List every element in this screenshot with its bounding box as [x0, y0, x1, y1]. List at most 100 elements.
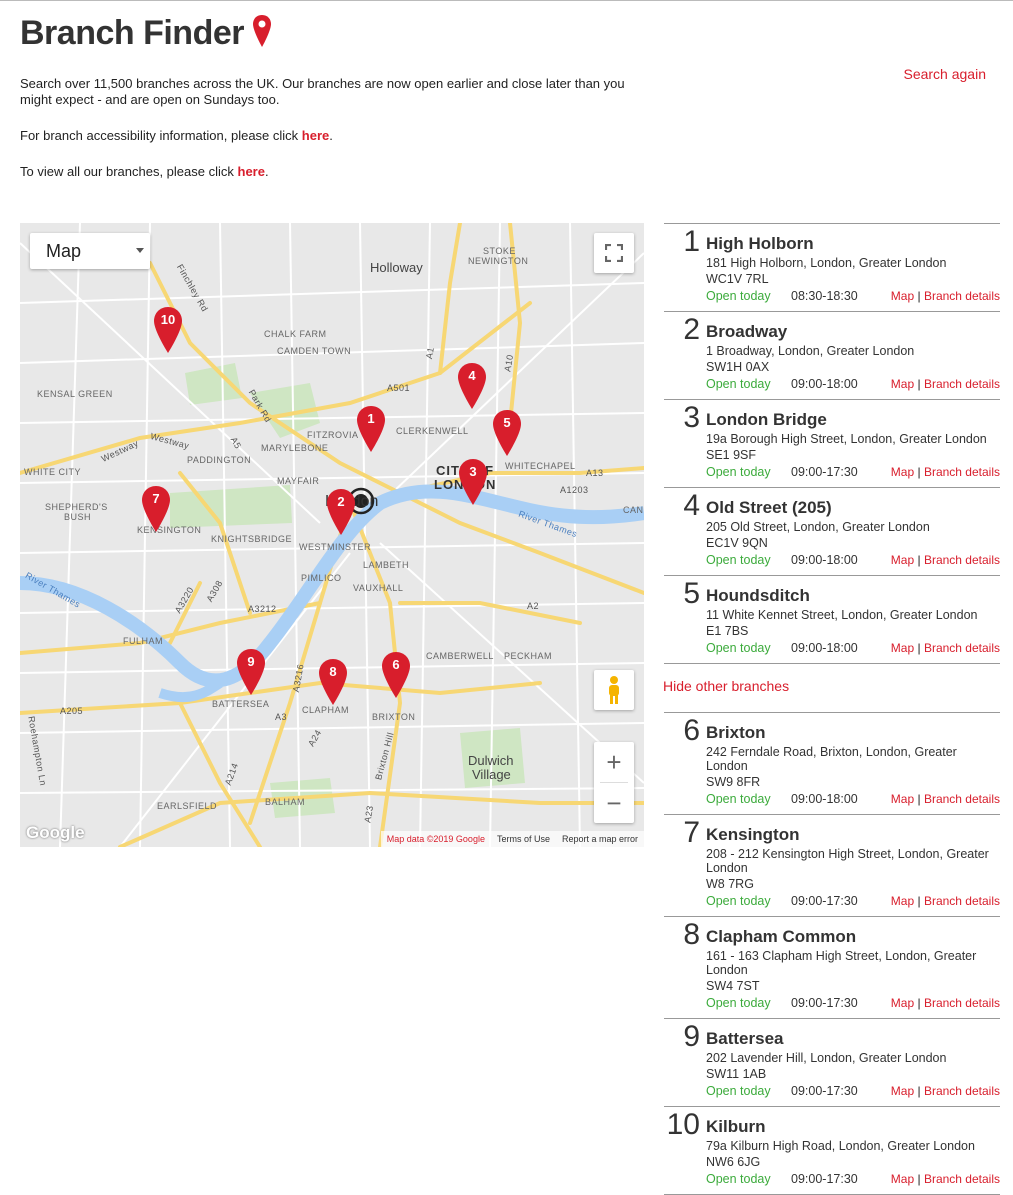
zoom-out-button[interactable]: − [594, 783, 634, 823]
map-label-shepherds: SHEPHERD'S [45, 502, 108, 512]
map-marker-3[interactable]: 3 [458, 458, 488, 506]
branch-name: Battersea [706, 1029, 784, 1048]
map-marker-6[interactable]: 6 [381, 651, 411, 699]
map-type-value: Map [46, 240, 82, 261]
map-label-can: CAN [623, 505, 644, 515]
branch-details-link[interactable]: Branch details [924, 377, 1000, 391]
map-label-white-city: WHITE CITY [24, 467, 81, 477]
map-marker-7[interactable]: 7 [141, 485, 171, 533]
branch-item: 4 Old Street (205) 205 Old Street, Londo… [664, 487, 1000, 575]
marker-label: 5 [503, 415, 511, 430]
branch-address: 205 Old Street, London, Greater London [706, 520, 930, 534]
map-marker-8[interactable]: 8 [318, 658, 348, 706]
map-marker-1[interactable]: 1 [356, 405, 386, 453]
marker-label: 8 [329, 664, 337, 679]
branch-postcode: SW11 1AB [706, 1067, 767, 1081]
branch-item: 5 Houndsditch 11 White Kennet Street, Lo… [664, 575, 1000, 663]
branch-postcode: EC1V 9QN [706, 536, 768, 550]
map-label-newington: NEWINGTON [468, 256, 529, 266]
branch-details-link[interactable]: Branch details [924, 792, 1000, 806]
hide-other-branches-link[interactable]: Hide other branches [663, 678, 1000, 694]
map-link[interactable]: Map [891, 377, 914, 391]
map-label-dulwich: Dulwich [468, 753, 514, 768]
branch-item: 6 Brixton 242 Ferndale Road, Brixton, Lo… [664, 712, 1000, 814]
zoom-in-button[interactable]: + [594, 742, 634, 782]
map-link[interactable]: Map [891, 641, 914, 655]
map-link[interactable]: Map [891, 465, 914, 479]
map-label-whitechapel: WHITECHAPEL [505, 461, 576, 471]
accessibility-period: . [329, 128, 333, 143]
branch-details-link[interactable]: Branch details [924, 641, 1000, 655]
map-marker-2[interactable]: 2 [326, 488, 356, 536]
map-link[interactable]: Map [891, 289, 914, 303]
map-label-clapham: CLAPHAM [302, 705, 350, 715]
map-label-kensal: KENSAL GREEN [37, 389, 113, 399]
accessibility-link[interactable]: here [302, 128, 329, 143]
map-label-a205: A205 [60, 706, 84, 716]
map-label-fitzrovia: FITZROVIA [307, 430, 359, 440]
open-status: Open today [706, 553, 771, 567]
branch-address: 1 Broadway, London, Greater London [706, 344, 915, 358]
opening-hours: 09:00-18:00 [791, 641, 858, 655]
map-marker-9[interactable]: 9 [236, 648, 266, 696]
branch-number: 8 [683, 918, 700, 951]
map-label-mayfair: MAYFAIR [277, 476, 320, 486]
marker-label: 3 [469, 464, 477, 479]
terms-link[interactable]: Terms of Use [497, 834, 550, 844]
map-marker-10[interactable]: 10 [153, 306, 183, 354]
branch-details-link[interactable]: Branch details [924, 894, 1000, 908]
opening-hours: 09:00-17:30 [791, 1084, 858, 1098]
map-label-a13: A13 [586, 468, 604, 478]
map-data-text: Map data ©2019 Google [386, 834, 485, 844]
branch-number: 6 [683, 714, 700, 747]
map-link[interactable]: Map [891, 792, 914, 806]
branch-item: 1 High Holborn 181 High Holborn, London,… [664, 223, 1000, 311]
map-type-select[interactable]: Map [30, 233, 150, 269]
branch-postcode: SW9 8FR [706, 775, 761, 789]
map-link[interactable]: Map [891, 996, 914, 1010]
view-all-period: . [264, 164, 269, 179]
map-marker-4[interactable]: 4 [457, 362, 487, 410]
map-link[interactable]: Map [891, 553, 914, 567]
open-status: Open today [706, 792, 771, 806]
branch-address: 181 High Holborn, London, Greater London [706, 256, 947, 270]
search-again-link[interactable]: Search again [903, 66, 986, 82]
branch-details-link[interactable]: Branch details [924, 553, 1000, 567]
opening-hours: 08:30-18:30 [791, 289, 858, 303]
branch-address: 79a Kilburn High Road, London, Greater L… [706, 1139, 975, 1153]
branch-postcode: SW4 7ST [706, 979, 760, 993]
page-title: Branch Finder [20, 14, 272, 53]
branch-address: 161 - 163 Clapham High Street, London, G… [706, 949, 977, 977]
street-view-button[interactable] [594, 670, 634, 710]
branch-list: 1 High Holborn 181 High Holborn, London,… [663, 223, 1000, 1195]
opening-hours: 09:00-17:30 [791, 1172, 858, 1186]
open-status: Open today [706, 465, 771, 479]
accessibility-text: For branch accessibility information, pl… [20, 128, 302, 143]
branch-details-link[interactable]: Branch details [924, 289, 1000, 303]
branch-address: 11 White Kennet Street, London, Greater … [706, 608, 978, 622]
view-all-link[interactable]: here [238, 164, 265, 179]
marker-label: 4 [468, 368, 476, 383]
map-label-vauxhall: VAUXHALL [353, 583, 404, 593]
marker-label: 1 [367, 411, 375, 426]
branch-name: High Holborn [706, 234, 814, 253]
fullscreen-button[interactable] [594, 233, 634, 273]
map-marker-5[interactable]: 5 [492, 409, 522, 457]
branch-details-link[interactable]: Branch details [924, 465, 1000, 479]
report-error-link[interactable]: Report a map error [562, 834, 638, 844]
map-label-lambeth: LAMBETH [363, 560, 410, 570]
link-separator: | [917, 377, 921, 391]
branch-map[interactable]: Holloway STOKE NEWINGTON CHALK FARM CAMD… [20, 223, 644, 847]
branch-number: 3 [683, 401, 700, 434]
marker-label: 9 [247, 654, 255, 669]
map-link[interactable]: Map [891, 1084, 914, 1098]
map-link[interactable]: Map [891, 894, 914, 908]
branch-name: Clapham Common [706, 927, 857, 946]
branch-details-link[interactable]: Branch details [924, 1084, 1000, 1098]
map-label-a3: A3 [275, 712, 288, 722]
marker-label: 7 [152, 491, 160, 506]
branch-name: Brixton [706, 723, 766, 742]
branch-details-link[interactable]: Branch details [924, 996, 1000, 1010]
branch-name: Houndsditch [706, 586, 810, 605]
map-label-stoke: STOKE [483, 246, 516, 256]
